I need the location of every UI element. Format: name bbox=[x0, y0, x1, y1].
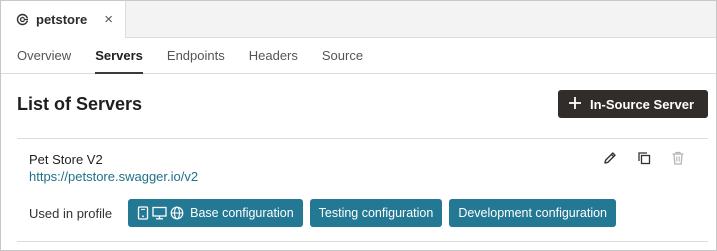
list-top-divider bbox=[17, 138, 708, 139]
add-server-button-label: In-Source Server bbox=[589, 96, 694, 112]
server-url-link[interactable]: https://petstore.swagger.io/v2 bbox=[29, 169, 198, 184]
profile-chip-base[interactable]: Base configuration bbox=[128, 199, 303, 227]
profile-chip-testing[interactable]: Testing configuration bbox=[309, 199, 443, 227]
server-name: Pet Store V2 bbox=[29, 152, 103, 167]
page-header: List of Servers In-Source Server bbox=[17, 90, 708, 118]
add-in-source-server-button[interactable]: In-Source Server bbox=[557, 90, 708, 118]
api-icon bbox=[16, 13, 29, 26]
tab-servers[interactable]: Servers bbox=[95, 38, 143, 74]
profile-chip-development[interactable]: Development configuration bbox=[449, 199, 617, 227]
editor-tab-petstore[interactable]: petstore × bbox=[1, 1, 127, 38]
used-in-profile-label: Used in profile bbox=[29, 205, 113, 221]
delete-icon[interactable] bbox=[670, 150, 686, 166]
profile-row: Used in profile Base configuration Testi… bbox=[29, 199, 623, 227]
tab-source[interactable]: Source bbox=[322, 38, 363, 73]
tab-headers[interactable]: Headers bbox=[249, 38, 298, 73]
profile-chip-label: Development configuration bbox=[458, 206, 608, 220]
edit-icon[interactable] bbox=[602, 150, 618, 166]
server-actions bbox=[602, 150, 686, 166]
tab-endpoints[interactable]: Endpoints bbox=[167, 38, 225, 73]
plus-icon bbox=[568, 96, 582, 113]
mobile-icon bbox=[137, 206, 149, 220]
duplicate-icon[interactable] bbox=[636, 150, 652, 166]
editor-tab-strip: petstore × bbox=[1, 1, 716, 38]
list-bottom-divider bbox=[17, 241, 708, 242]
profile-chip-label: Base configuration bbox=[190, 206, 294, 220]
editor-tab-label: petstore bbox=[36, 12, 88, 27]
profile-chip-label: Testing configuration bbox=[318, 206, 434, 220]
close-icon[interactable]: × bbox=[104, 12, 113, 27]
editor-window: petstore × Overview Servers Endpoints He… bbox=[0, 0, 717, 251]
globe-icon bbox=[170, 206, 184, 220]
subtab-bar: Overview Servers Endpoints Headers Sourc… bbox=[1, 38, 716, 74]
desktop-icon bbox=[152, 206, 167, 220]
tab-overview[interactable]: Overview bbox=[17, 38, 71, 73]
chip-icon-group bbox=[137, 206, 184, 220]
page-title: List of Servers bbox=[17, 93, 143, 114]
